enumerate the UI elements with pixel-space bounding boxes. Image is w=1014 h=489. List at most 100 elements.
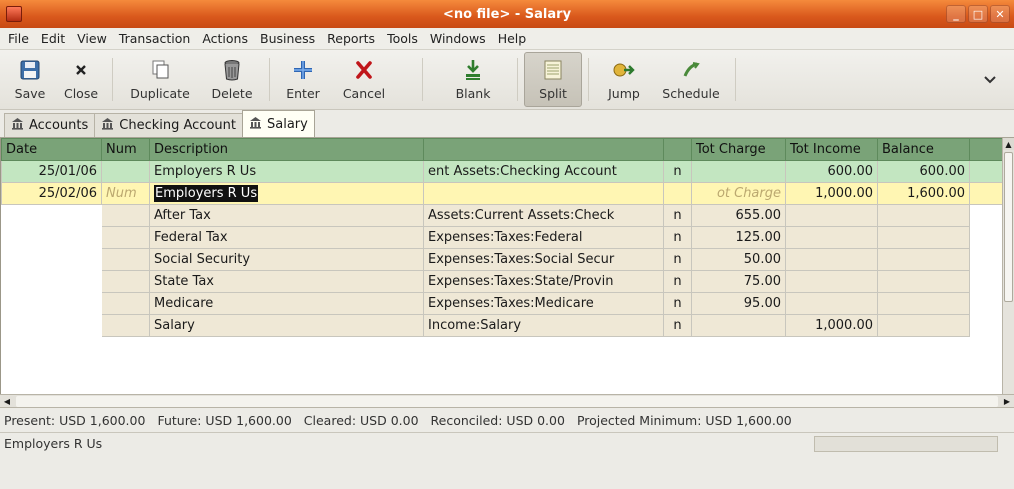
vertical-scroll-thumb[interactable]	[1004, 152, 1013, 302]
tab-salary[interactable]: Salary	[241, 110, 315, 137]
column-header-reconcile[interactable]	[663, 138, 692, 161]
column-header-num[interactable]: Num	[101, 138, 150, 161]
enter-button[interactable]: Enter	[276, 52, 330, 107]
transaction-row[interactable]: 25/01/06 Employers R Us ent Assets:Check…	[1, 160, 1006, 183]
account-cell[interactable]: Expenses:Taxes:State/Provin	[423, 270, 664, 293]
income-cell[interactable]	[785, 248, 878, 271]
save-button[interactable]: Save	[4, 52, 56, 107]
reconcile-cell[interactable]: n	[663, 314, 692, 337]
maximize-button[interactable]: □	[968, 5, 988, 23]
split-row[interactable]: Medicare Expenses:Taxes:Medicare n 95.00	[1, 292, 1006, 315]
income-cell[interactable]: 1,000.00	[785, 314, 878, 337]
memo-cell[interactable]: Medicare	[149, 292, 424, 315]
column-header-transfer[interactable]	[423, 138, 664, 161]
date-cell[interactable]: 25/01/06	[1, 160, 102, 183]
menu-transaction[interactable]: Transaction	[113, 31, 197, 46]
charge-cell[interactable]	[691, 314, 786, 337]
app-icon[interactable]	[6, 6, 22, 22]
account-cell[interactable]: Expenses:Taxes:Social Secur	[423, 248, 664, 271]
charge-cell[interactable]: 50.00	[691, 248, 786, 271]
transfer-cell[interactable]: ent Assets:Checking Account	[423, 160, 664, 183]
split-row[interactable]: Federal Tax Expenses:Taxes:Federal n 125…	[1, 226, 1006, 249]
close-button[interactable]: Close	[56, 52, 106, 107]
column-header-balance[interactable]: Balance	[877, 138, 970, 161]
menu-actions[interactable]: Actions	[196, 31, 254, 46]
charge-placeholder[interactable]: ot Charge	[691, 182, 786, 205]
scroll-up-icon[interactable]: ▲	[1003, 138, 1014, 150]
reconciled-balance: Reconciled: USD 0.00	[430, 412, 565, 428]
tab-accounts[interactable]: Accounts	[4, 113, 96, 137]
horizontal-scrollbar[interactable]: ◀ ▶	[0, 394, 1014, 408]
close-window-button[interactable]: ✕	[990, 5, 1010, 23]
menu-view[interactable]: View	[71, 31, 113, 46]
column-header-tot-income[interactable]: Tot Income	[785, 138, 878, 161]
menu-windows[interactable]: Windows	[424, 31, 492, 46]
menu-edit[interactable]: Edit	[35, 31, 71, 46]
jump-button[interactable]: Jump	[595, 52, 653, 107]
reconcile-cell[interactable]: n	[663, 226, 692, 249]
menu-tools[interactable]: Tools	[381, 31, 424, 46]
schedule-button[interactable]: Schedule	[653, 52, 729, 107]
account-cell[interactable]: Income:Salary	[423, 314, 664, 337]
charge-cell[interactable]: 95.00	[691, 292, 786, 315]
reconcile-cell[interactable]: n	[663, 160, 692, 183]
income-cell[interactable]	[785, 292, 878, 315]
memo-cell[interactable]: Federal Tax	[149, 226, 424, 249]
memo-cell[interactable]: Social Security	[149, 248, 424, 271]
income-cell[interactable]: 1,000.00	[785, 182, 878, 205]
memo-cell[interactable]: State Tax	[149, 270, 424, 293]
description-input[interactable]: Employers R Us	[149, 182, 424, 205]
scroll-left-icon[interactable]: ◀	[0, 395, 14, 407]
charge-cell[interactable]: 75.00	[691, 270, 786, 293]
split-row[interactable]: Salary Income:Salary n 1,000.00	[1, 314, 1006, 337]
split-row[interactable]: Social Security Expenses:Taxes:Social Se…	[1, 248, 1006, 271]
memo-cell[interactable]: After Tax	[149, 204, 424, 227]
income-cell[interactable]	[785, 270, 878, 293]
tab-checking-account[interactable]: Checking Account	[94, 113, 243, 137]
toolbar-overflow-button[interactable]	[970, 52, 1010, 107]
num-cell[interactable]	[101, 160, 150, 183]
menu-business[interactable]: Business	[254, 31, 321, 46]
date-cell[interactable]: 25/02/06	[1, 182, 102, 205]
column-header-date[interactable]: Date	[1, 138, 102, 161]
description-cell[interactable]: Employers R Us	[149, 160, 424, 183]
menu-help[interactable]: Help	[492, 31, 533, 46]
column-header-tot-charge[interactable]: Tot Charge	[691, 138, 786, 161]
transaction-row-selected[interactable]: 25/02/06 Num Employers R Us ot Charge 1,…	[1, 182, 1006, 205]
blank-button[interactable]: Blank	[443, 52, 503, 107]
split-row[interactable]: State Tax Expenses:Taxes:State/Provin n …	[1, 270, 1006, 293]
num-placeholder[interactable]: Num	[101, 182, 150, 205]
account-cell[interactable]: Assets:Current Assets:Check	[423, 204, 664, 227]
split-row[interactable]: After Tax Assets:Current Assets:Check n …	[1, 204, 1006, 227]
memo-cell[interactable]: Salary	[149, 314, 424, 337]
reconcile-cell[interactable]	[663, 182, 692, 205]
menu-reports[interactable]: Reports	[321, 31, 381, 46]
enter-label: Enter	[286, 86, 320, 101]
reconcile-cell[interactable]: n	[663, 270, 692, 293]
duplicate-button[interactable]: Duplicate	[119, 52, 201, 107]
reconcile-cell[interactable]: n	[663, 204, 692, 227]
charge-cell[interactable]	[691, 160, 786, 183]
income-cell[interactable]	[785, 226, 878, 249]
reconcile-cell[interactable]: n	[663, 248, 692, 271]
delete-button[interactable]: Delete	[201, 52, 263, 107]
scroll-right-icon[interactable]: ▶	[1000, 395, 1014, 407]
transfer-cell[interactable]	[423, 182, 664, 205]
horizontal-scroll-thumb[interactable]	[16, 396, 998, 407]
charge-cell[interactable]: 125.00	[691, 226, 786, 249]
minimize-button[interactable]: _	[946, 5, 966, 23]
schedule-icon	[679, 58, 703, 82]
account-cell[interactable]: Expenses:Taxes:Federal	[423, 226, 664, 249]
reconcile-cell[interactable]: n	[663, 292, 692, 315]
duplicate-icon	[148, 58, 172, 82]
income-cell[interactable]	[785, 204, 878, 227]
selected-description-text[interactable]: Employers R Us	[154, 185, 259, 202]
account-cell[interactable]: Expenses:Taxes:Medicare	[423, 292, 664, 315]
charge-cell[interactable]: 655.00	[691, 204, 786, 227]
vertical-scrollbar[interactable]: ▲	[1002, 138, 1014, 394]
split-button[interactable]: Split	[524, 52, 582, 107]
menu-file[interactable]: File	[2, 31, 35, 46]
income-cell[interactable]: 600.00	[785, 160, 878, 183]
cancel-button[interactable]: Cancel	[330, 52, 398, 107]
column-header-description[interactable]: Description	[149, 138, 424, 161]
